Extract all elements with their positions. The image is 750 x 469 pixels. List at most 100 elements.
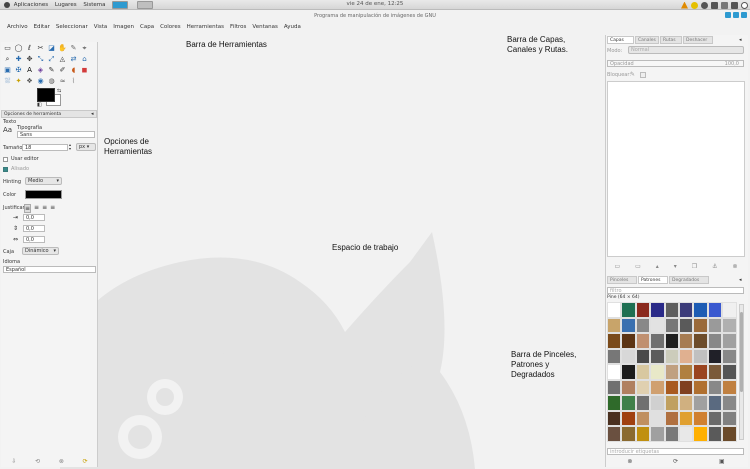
- pattern-swatch[interactable]: [650, 364, 665, 380]
- pattern-swatch[interactable]: [607, 395, 622, 411]
- antialias-checkbox[interactable]: [3, 167, 8, 172]
- pattern-swatch[interactable]: [621, 348, 636, 364]
- pattern-swatch[interactable]: [621, 426, 636, 442]
- pattern-swatch[interactable]: [722, 426, 737, 442]
- menu-filters[interactable]: Filtros: [230, 24, 246, 30]
- lock-pixels-icon[interactable]: ✎: [630, 71, 635, 78]
- pattern-swatch[interactable]: [678, 441, 694, 442]
- tool-18-icon[interactable]: A: [25, 66, 34, 75]
- pattern-swatch[interactable]: [707, 317, 723, 333]
- pattern-swatch[interactable]: [607, 348, 622, 364]
- pattern-swatch[interactable]: [650, 395, 665, 411]
- tool-14-icon[interactable]: ⇄: [69, 55, 78, 64]
- tool-4-icon[interactable]: ◪: [47, 44, 56, 53]
- font-input[interactable]: Sans: [17, 131, 95, 138]
- tab-brushes[interactable]: Pinceles: [607, 276, 637, 284]
- pattern-swatch[interactable]: [693, 379, 708, 395]
- pattern-swatch[interactable]: [693, 426, 708, 442]
- pattern-swatch[interactable]: [635, 395, 651, 411]
- menu-image[interactable]: Imagen: [113, 24, 134, 30]
- size-unit-select[interactable]: px ▾: [76, 143, 96, 151]
- pattern-swatch[interactable]: [678, 364, 694, 380]
- tool-28-icon[interactable]: ◍: [47, 77, 56, 86]
- pattern-swatch[interactable]: [635, 410, 651, 426]
- pattern-swatch[interactable]: [678, 395, 694, 411]
- pattern-swatch[interactable]: [722, 410, 737, 426]
- pattern-swatch[interactable]: [607, 410, 622, 426]
- pattern-swatch[interactable]: [664, 348, 679, 364]
- menu-file[interactable]: Archivo: [7, 24, 28, 30]
- new-layer-group-icon[interactable]: ▭: [635, 263, 641, 270]
- anchor-layer-icon[interactable]: ⚓: [712, 263, 717, 270]
- pattern-swatch[interactable]: [678, 317, 694, 333]
- layers-list[interactable]: [607, 81, 745, 257]
- pattern-swatch[interactable]: [707, 410, 723, 426]
- menu-view[interactable]: Vista: [94, 24, 108, 30]
- tool-13-icon[interactable]: ◬: [58, 55, 67, 64]
- user-icon[interactable]: [701, 1, 708, 9]
- pattern-swatch[interactable]: [621, 364, 636, 380]
- pattern-swatch[interactable]: [650, 441, 665, 442]
- tab-paths[interactable]: Rutas: [660, 36, 682, 44]
- pattern-swatch[interactable]: [707, 348, 723, 364]
- pattern-swatch[interactable]: [635, 302, 651, 318]
- volume-icon[interactable]: [721, 1, 728, 9]
- tool-25-icon[interactable]: ✦: [14, 77, 23, 86]
- panel-menu-icon[interactable]: ◂: [91, 111, 94, 117]
- menu-select[interactable]: Seleccionar: [56, 24, 88, 30]
- pattern-swatch[interactable]: [664, 364, 679, 380]
- tool-10-icon[interactable]: ✥: [25, 55, 34, 64]
- pattern-swatch[interactable]: [664, 410, 679, 426]
- tab-gradients[interactable]: Degradados: [669, 276, 709, 284]
- menu-help[interactable]: Ayuda: [284, 24, 301, 30]
- pattern-swatch[interactable]: [707, 364, 723, 380]
- pattern-swatch[interactable]: [707, 395, 723, 411]
- pattern-swatch[interactable]: [707, 302, 723, 318]
- use-editor-checkbox[interactable]: [3, 157, 8, 162]
- pattern-swatch[interactable]: [664, 426, 679, 442]
- pattern-swatch[interactable]: [678, 410, 694, 426]
- dock-menu-icon[interactable]: ◂: [739, 37, 742, 43]
- pattern-swatch[interactable]: [678, 302, 694, 318]
- panel-clock[interactable]: vie 24 de ene, 12:25: [0, 1, 750, 7]
- reset-colors-icon[interactable]: ◧: [37, 102, 42, 108]
- pattern-swatch[interactable]: [722, 333, 737, 349]
- pattern-swatch[interactable]: [621, 302, 636, 318]
- tool-16-icon[interactable]: ▣: [3, 66, 12, 75]
- pattern-image-icon[interactable]: ▣: [719, 458, 725, 465]
- line-spacing-input[interactable]: 0,0: [23, 225, 45, 232]
- pattern-swatch[interactable]: [664, 317, 679, 333]
- pattern-swatch[interactable]: [650, 348, 665, 364]
- tool-23-icon[interactable]: ◼: [80, 66, 89, 75]
- pattern-swatch[interactable]: [693, 395, 708, 411]
- box-select[interactable]: Dinámico ▾: [22, 247, 59, 255]
- menu-edit[interactable]: Editar: [34, 24, 50, 30]
- letter-spacing-input[interactable]: 0,0: [23, 236, 45, 243]
- pattern-swatch[interactable]: [635, 441, 651, 442]
- pattern-swatch[interactable]: [650, 426, 665, 442]
- pattern-swatch[interactable]: [678, 426, 694, 442]
- tool-20-icon[interactable]: ✎: [47, 66, 56, 75]
- pattern-swatch[interactable]: [607, 317, 622, 333]
- tool-options-tab[interactable]: Opciones de herramienta: [1, 110, 97, 118]
- pattern-swatch[interactable]: [693, 333, 708, 349]
- tool-6-icon[interactable]: ✎: [69, 44, 78, 53]
- pattern-swatch[interactable]: [693, 441, 708, 442]
- raise-layer-icon[interactable]: ▴: [656, 263, 659, 270]
- justify-center-icon[interactable]: ≡: [42, 204, 47, 213]
- tab-layers[interactable]: Capas: [607, 36, 634, 44]
- pattern-swatch[interactable]: [664, 441, 679, 442]
- mode-select[interactable]: Normal: [628, 46, 744, 54]
- weather-icon[interactable]: [691, 1, 698, 9]
- pattern-swatch[interactable]: [693, 302, 708, 318]
- save-options-icon[interactable]: ⇩: [11, 458, 16, 465]
- menu-windows[interactable]: Ventanas: [252, 24, 277, 30]
- tool-24-icon[interactable]: ⛆: [3, 77, 12, 86]
- pattern-swatch[interactable]: [621, 379, 636, 395]
- justify-fill-icon[interactable]: ≡: [50, 204, 55, 213]
- menu-tools[interactable]: Herramientas: [187, 24, 224, 30]
- delete-layer-icon[interactable]: ⊗: [732, 263, 737, 270]
- mail-icon[interactable]: [731, 1, 738, 9]
- text-color-button[interactable]: [25, 190, 62, 199]
- pattern-swatch[interactable]: [650, 379, 665, 395]
